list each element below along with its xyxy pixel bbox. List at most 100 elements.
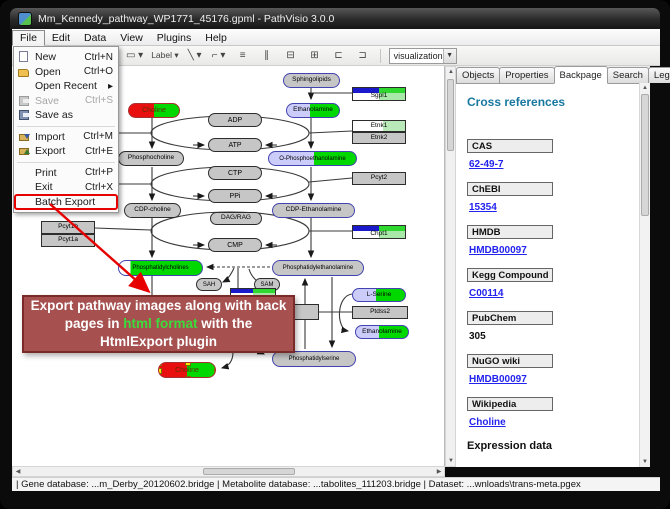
node-phosphatidylethanolamine[interactable]: Phosphatidylethanolamine	[272, 260, 364, 276]
label-tool[interactable]: Label ▾	[148, 47, 181, 65]
cross-references-heading: Cross references	[467, 95, 640, 109]
node-phosphocholine[interactable]: Phosphocholine	[118, 151, 184, 166]
status-bar: | Gene database: ...m_Derby_20120602.bri…	[12, 477, 660, 491]
panel-vertical-scrollbar[interactable]: ▲ ▼	[639, 83, 650, 467]
align-center-y-button[interactable]: ∥	[256, 47, 278, 65]
xref-link[interactable]: C00114	[469, 288, 640, 299]
tab-backpage[interactable]: Backpage	[554, 66, 608, 84]
xref-section: HMDBHMDB00097	[467, 225, 640, 256]
chevron-down-icon: ▼	[443, 49, 456, 63]
file-menu-item-save-as[interactable]: Save as	[15, 108, 117, 123]
xref-title: CAS	[467, 139, 553, 153]
node-pcyt1a[interactable]: Pcyt1a	[41, 234, 95, 247]
node-sgpl1[interactable]: Sgpl1	[352, 87, 406, 101]
tab-objects[interactable]: Objects	[456, 67, 500, 83]
node-sphingolipids[interactable]: Sphingolipids	[283, 73, 340, 88]
align-center-x-button[interactable]: ≡	[232, 47, 254, 65]
backpage-panel: Cross references CAS62-49-7ChEBI15354HMD…	[456, 83, 640, 467]
selection-handle[interactable]	[185, 362, 191, 366]
node-sah[interactable]: SAH	[196, 278, 222, 291]
file-menu-item-print[interactable]: PrintCtrl+P	[15, 166, 117, 181]
xref-value: 305	[469, 331, 640, 342]
xref-link[interactable]: 15354	[469, 202, 640, 213]
node-atp[interactable]: ATP	[208, 138, 262, 152]
common-height-button[interactable]: ⊐	[352, 47, 374, 65]
node-adp[interactable]: ADP	[208, 113, 262, 127]
menu-view[interactable]: View	[113, 31, 150, 45]
xref-section: CAS 62-49-7	[467, 139, 640, 170]
xref-link[interactable]: HMDB00097	[469, 374, 640, 385]
file-menu-item-new[interactable]: NewCtrl+N	[15, 50, 117, 65]
menu-help[interactable]: Help	[198, 31, 234, 45]
title-bar[interactable]: Mm_Kennedy_pathway_WP1771_45176.gpml - P…	[10, 8, 660, 29]
canvas-horizontal-scrollbar[interactable]: ◀ ▶	[12, 466, 445, 477]
file-menu-item-import[interactable]: ImportCtrl+M	[15, 130, 117, 145]
node-phosphatidylcholines[interactable]: Phosphatidylcholines	[118, 260, 203, 276]
imp-icon	[19, 134, 29, 141]
node-dag[interactable]: DAG/RAG	[210, 212, 262, 225]
xref-link[interactable]: Choline	[469, 417, 640, 428]
distribute-horizontal-button[interactable]: ⊟	[280, 47, 302, 65]
file-menu-dropdown: NewCtrl+NOpenCtrl+OOpen Recent▸SaveCtrl+…	[13, 46, 119, 213]
xref-link[interactable]: HMDB00097	[469, 245, 640, 256]
xref-section: WikipediaCholine	[467, 397, 640, 428]
node-ctp[interactable]: CTP	[208, 166, 262, 180]
node-choline-top[interactable]: Choline	[128, 103, 180, 118]
scroll-down-icon: ▼	[446, 456, 456, 466]
menu-file[interactable]: File	[12, 30, 45, 46]
datanode-tool[interactable]: ▭ ▾	[123, 47, 146, 65]
side-panel-tabs: ObjectsPropertiesBackpageSearchLegend	[456, 66, 650, 84]
xref-title: PubChem	[467, 311, 553, 325]
node-cdp-ethanolamine[interactable]: CDP-Ethanolamine	[272, 203, 355, 218]
expression-data-heading: Expression data	[467, 440, 640, 452]
selection-handle[interactable]	[158, 368, 162, 374]
menu-separator	[17, 126, 115, 127]
menu-edit[interactable]: Edit	[45, 31, 77, 45]
node-etnk1[interactable]: Etnk1	[352, 120, 406, 132]
tab-legend[interactable]: Legend	[648, 67, 670, 83]
node-ptdss2[interactable]: Ptdss2	[352, 306, 408, 319]
node-cdp-choline[interactable]: CDP-choline	[124, 203, 181, 218]
node-o-phosphoethanolamine[interactable]: O-Phosphoethanolamine	[268, 151, 357, 166]
canvas-vertical-scrollbar[interactable]: ▲ ▼	[445, 66, 456, 467]
tab-search[interactable]: Search	[607, 67, 649, 83]
node-ppi[interactable]: PPi	[208, 189, 262, 203]
node-choline-bottom[interactable]: Choline	[158, 362, 216, 378]
node-chpt1[interactable]: Chpt1	[352, 225, 406, 239]
file-menu-item-open-recent[interactable]: Open Recent▸	[15, 79, 117, 94]
menu-data[interactable]: Data	[77, 31, 113, 45]
scroll-right-icon: ▶	[434, 467, 444, 477]
visualization-combobox[interactable]: visualization▼	[389, 48, 457, 64]
node-l-serine[interactable]: L-Serine	[352, 288, 406, 302]
file-menu-item-batch-export[interactable]: Batch Export	[15, 195, 117, 210]
scroll-down-icon: ▼	[640, 457, 650, 467]
file-menu-item-exit[interactable]: ExitCtrl+X	[15, 180, 117, 195]
node-etnk2[interactable]: Etnk2	[352, 132, 406, 144]
menu-separator	[17, 162, 115, 163]
line-tool[interactable]: ╲ ▾	[184, 47, 206, 65]
node-ethanolamine-top[interactable]: Ethanolamine	[286, 103, 340, 118]
menu-plugins[interactable]: Plugins	[150, 31, 198, 45]
file-menu-item-open[interactable]: OpenCtrl+O	[15, 65, 117, 80]
file-menu-item-export[interactable]: ExportCtrl+E	[15, 144, 117, 159]
node-pcyt1b[interactable]: Pcyt1b	[41, 221, 95, 234]
side-panel: ObjectsPropertiesBackpageSearchLegend Cr…	[456, 66, 650, 467]
menu-bar: FileEditDataViewPluginsHelp	[12, 29, 660, 46]
tab-properties[interactable]: Properties	[499, 67, 554, 83]
node-cmp[interactable]: CMP	[208, 238, 262, 252]
app-icon	[18, 12, 32, 26]
connector-tool[interactable]: ⌐ ▾	[208, 47, 230, 65]
xref-link[interactable]: 62-49-7	[469, 159, 640, 170]
node-pcyt2[interactable]: Pcyt2	[352, 172, 406, 185]
selection-handle[interactable]	[158, 362, 162, 366]
common-width-button[interactable]: ⊏	[328, 47, 350, 65]
xref-title: Kegg Compound	[467, 268, 553, 282]
node-phosphatidylserine[interactable]: Phosphatidylserine	[272, 351, 356, 367]
selection-handle[interactable]	[185, 376, 191, 378]
xref-section: Kegg Compound C00114	[467, 268, 640, 299]
node-ethanolamine-bottom[interactable]: Ethanolamine	[355, 325, 409, 339]
distribute-vertical-button[interactable]: ⊞	[304, 47, 326, 65]
exp-icon	[19, 148, 29, 155]
annotation-callout: Export pathway images along with back pa…	[22, 295, 295, 353]
file-menu-item-save[interactable]: SaveCtrl+S	[15, 94, 117, 109]
